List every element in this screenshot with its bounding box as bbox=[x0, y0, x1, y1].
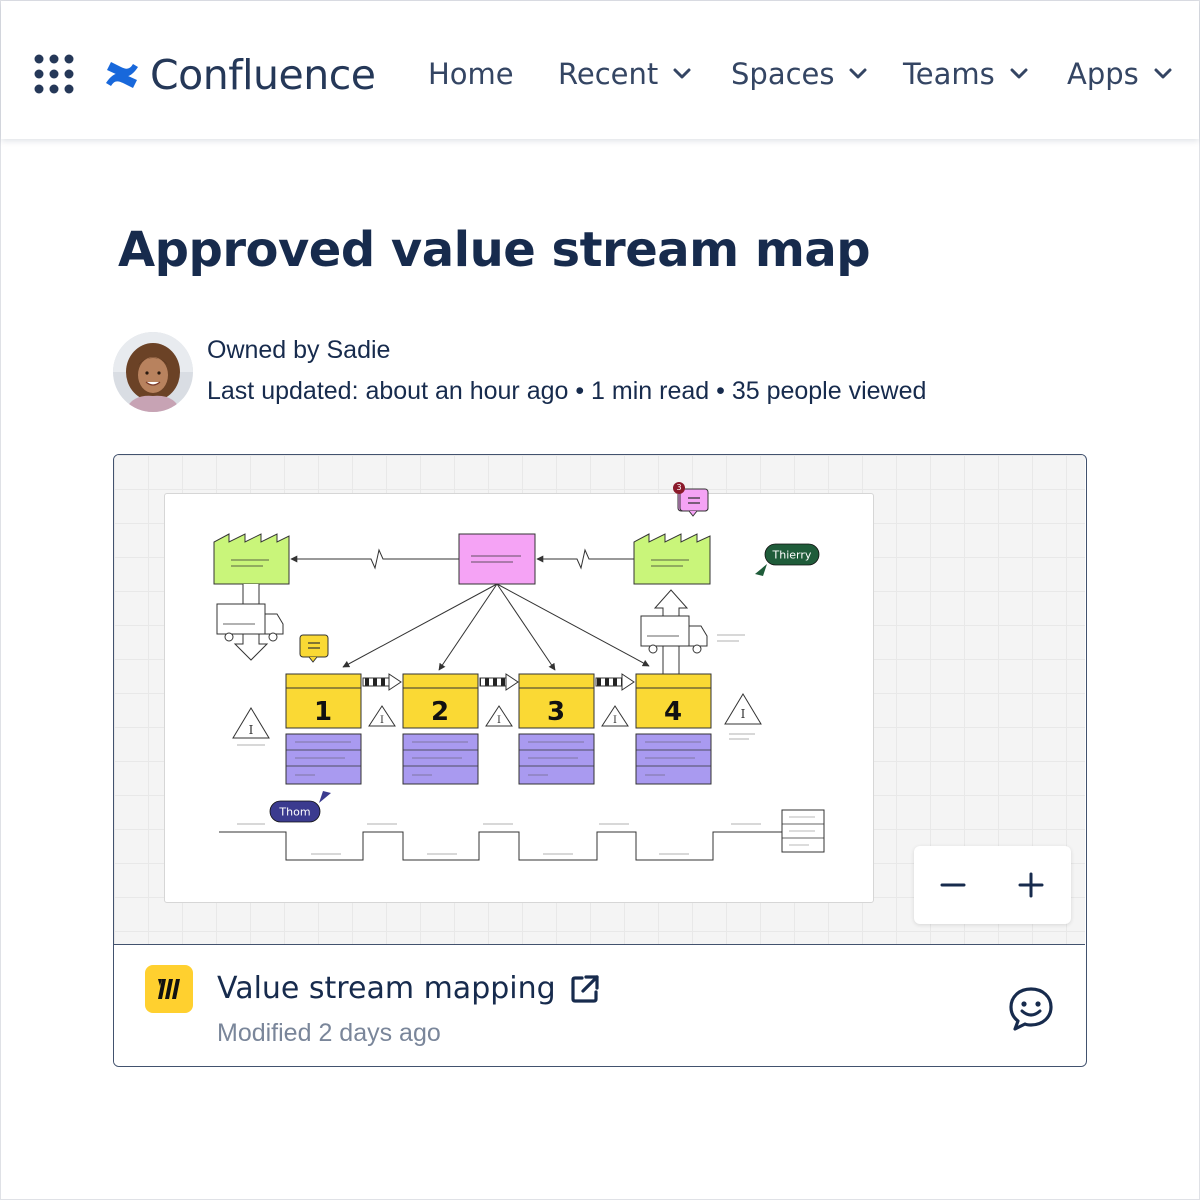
cursor-thierry: Thierry bbox=[755, 543, 820, 576]
zoom-in-button[interactable] bbox=[992, 846, 1070, 924]
svg-text:I: I bbox=[613, 715, 617, 726]
process-step-label: 2 bbox=[431, 697, 449, 727]
svg-text:I: I bbox=[380, 715, 384, 726]
nav-apps-label: Apps bbox=[1067, 57, 1139, 91]
top-navigation: Confluence Home Recent Spaces Teams Apps bbox=[1, 1, 1199, 139]
nav-spaces-label: Spaces bbox=[731, 57, 835, 91]
process-step: 4 bbox=[635, 673, 712, 729]
confluence-logo[interactable]: Confluence bbox=[104, 51, 376, 99]
minus-icon bbox=[940, 883, 966, 887]
chevron-down-icon bbox=[673, 68, 691, 79]
timeline bbox=[219, 831, 783, 861]
value-stream-diagram: 1 2 3 4 I I I I I Thierry Thom bbox=[213, 494, 825, 861]
zoom-controls bbox=[914, 846, 1071, 924]
value-stream-board[interactable]: 1 2 3 4 I I I I I Thierry Thom 3 bbox=[164, 482, 874, 903]
cursor-label: Thom bbox=[278, 806, 310, 819]
timeline-labels bbox=[237, 823, 761, 855]
svg-text:I: I bbox=[497, 715, 501, 726]
cursor-thom: Thom bbox=[269, 791, 331, 823]
app-name: Confluence bbox=[150, 51, 376, 99]
embed-modified: Modified 2 days ago bbox=[217, 1019, 441, 1047]
nav-recent-label: Recent bbox=[558, 57, 659, 91]
owner-line: Owned by Sadie bbox=[207, 336, 391, 364]
comment-bubble-icon bbox=[299, 634, 329, 663]
avatar-image bbox=[113, 332, 193, 412]
svg-text:I: I bbox=[249, 723, 254, 737]
comment-count-badge: 3 bbox=[673, 482, 685, 494]
zoom-out-button[interactable] bbox=[914, 846, 992, 924]
embed-file-title[interactable]: Value stream mapping bbox=[217, 971, 556, 1006]
svg-text:I: I bbox=[741, 707, 746, 721]
chevron-down-icon bbox=[849, 68, 867, 79]
page-meta: Last updated: about an hour ago • 1 min … bbox=[207, 377, 927, 405]
nav-spaces[interactable]: Spaces bbox=[731, 56, 868, 92]
nav-apps[interactable]: Apps bbox=[1067, 56, 1173, 92]
nav-home-label: Home bbox=[428, 57, 514, 91]
miro-embed-card: 1 2 3 4 I I I I I Thierry Thom 3 Value s… bbox=[113, 454, 1087, 1067]
data-boxes bbox=[285, 733, 712, 785]
process-step: 2 bbox=[402, 673, 479, 729]
confluence-logo-icon bbox=[106, 62, 138, 88]
comment-count: 3 bbox=[676, 483, 682, 492]
app-switcher-button[interactable] bbox=[34, 54, 74, 94]
owner-avatar[interactable] bbox=[113, 332, 193, 412]
timeline-summary-box bbox=[781, 809, 825, 853]
chevron-down-icon bbox=[1154, 68, 1172, 79]
nav-home[interactable]: Home bbox=[428, 56, 514, 92]
comment-smile-icon[interactable] bbox=[1007, 985, 1055, 1033]
process-step-label: 4 bbox=[664, 697, 682, 727]
comment-bubble-icon[interactable]: 3 bbox=[673, 482, 711, 520]
embed-footer: Value stream mapping Modified 2 days ago bbox=[114, 947, 1085, 1066]
production-control-box bbox=[458, 533, 536, 585]
customer-factory bbox=[633, 533, 711, 585]
supplier-factory bbox=[213, 533, 290, 585]
process-step: 1 bbox=[285, 673, 362, 729]
grid-icon bbox=[34, 54, 74, 94]
process-step: 3 bbox=[518, 673, 595, 729]
external-link-icon[interactable] bbox=[569, 973, 601, 1005]
nav-teams-label: Teams bbox=[903, 57, 995, 91]
plus-icon bbox=[1018, 872, 1044, 898]
board-canvas[interactable]: 1 2 3 4 I I I I I Thierry Thom 3 bbox=[114, 455, 1085, 945]
nav-teams[interactable]: Teams bbox=[903, 56, 1029, 92]
cursor-label: Thierry bbox=[772, 549, 812, 562]
chevron-down-icon bbox=[1010, 68, 1028, 79]
miro-logo-icon bbox=[145, 965, 193, 1013]
nav-recent[interactable]: Recent bbox=[558, 56, 692, 92]
process-step-label: 1 bbox=[314, 697, 332, 727]
page-title: Approved value stream map bbox=[118, 222, 871, 278]
process-step-label: 3 bbox=[547, 697, 565, 727]
